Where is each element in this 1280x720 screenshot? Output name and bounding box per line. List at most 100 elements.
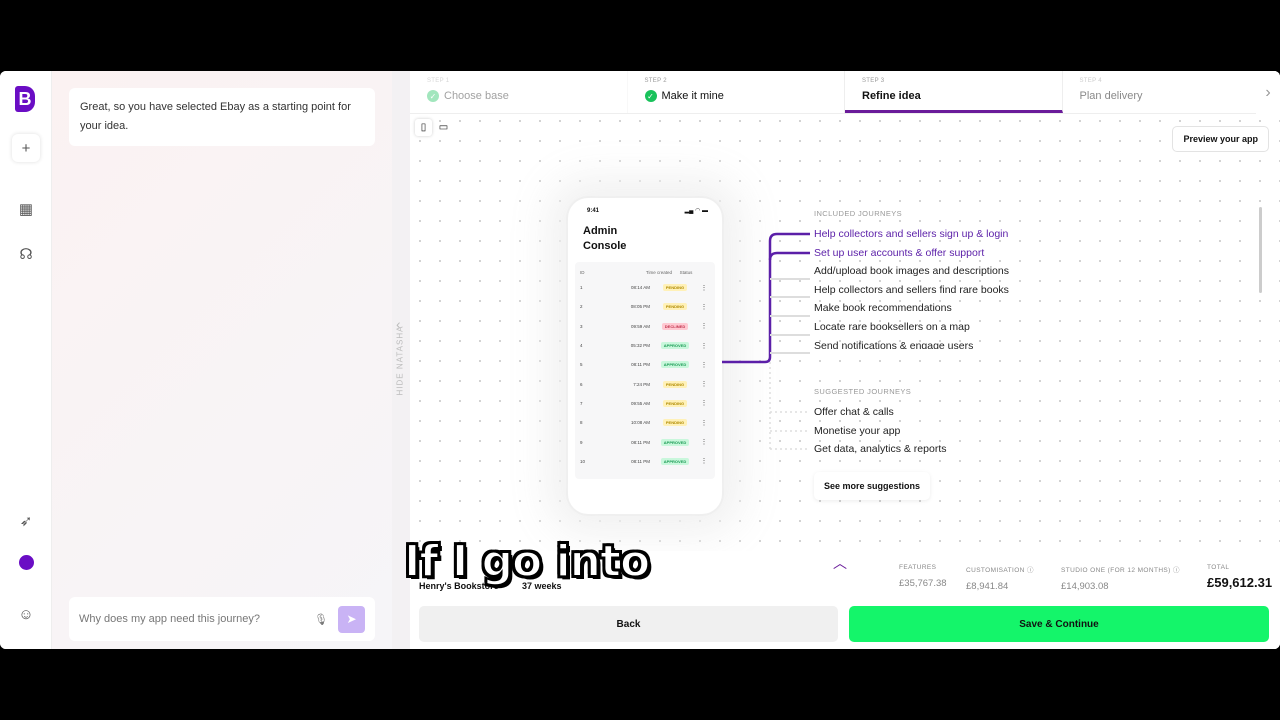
status-badge: APPROVED — [660, 342, 690, 350]
more-icon[interactable]: ⋮ — [700, 457, 708, 465]
chevron-right-icon[interactable]: › — [1256, 71, 1280, 114]
table-row[interactable]: 2 08:05 PM PENDING ⋮ — [580, 297, 710, 316]
included-journey[interactable]: Add/upload book images and descriptions — [814, 265, 1009, 277]
suggested-heading: SUGGESTED JOURNEYS — [814, 387, 912, 396]
more-icon[interactable]: ⋮ — [700, 303, 708, 311]
customisation-cost: CUSTOMISATION ⓘ £8,941.84 — [966, 564, 1034, 592]
suggested-journey[interactable]: Get data, analytics & reports — [814, 443, 946, 455]
admin-table: ID Time created Status 1 08:14 AM PENDING ⋮… — [575, 262, 715, 479]
info-icon[interactable]: ⓘ — [1173, 567, 1180, 574]
included-journey[interactable]: Locate rare booksellers on a map — [814, 321, 970, 333]
phone-title: Admin Console — [583, 225, 627, 252]
status-badge: APPROVED — [660, 361, 690, 369]
save-continue-button[interactable]: Save & Continue — [849, 606, 1269, 642]
table-row[interactable]: 4 05:32 PM APPROVED ⋮ — [580, 336, 710, 355]
table-row[interactable]: 6 7:24 PM PENDING ⋮ — [580, 374, 710, 393]
chat-input-placeholder: Why does my app need this journey? — [79, 613, 260, 625]
more-icon[interactable]: ⋮ — [700, 342, 708, 350]
step-3[interactable]: STEP 3 Refine idea — [845, 71, 1063, 113]
row-id: 4 — [580, 343, 583, 349]
more-icon[interactable]: ⋮ — [700, 361, 708, 369]
back-button[interactable]: Back — [419, 606, 838, 642]
microphone-icon[interactable]: 🎙 — [314, 613, 328, 626]
chevron-up-icon[interactable]: ︿ — [833, 553, 847, 573]
step-title: Refine idea — [862, 90, 921, 102]
logo-icon[interactable]: B — [15, 86, 35, 112]
included-journey[interactable]: Make book recommendations — [814, 302, 952, 314]
row-time: 05:32 PM — [630, 343, 650, 349]
status-badge: PENDING — [662, 419, 688, 427]
chat-input[interactable]: Why does my app need this journey? 🎙 ➤ — [69, 597, 375, 641]
row-id: 2 — [580, 304, 583, 310]
table-row[interactable]: 8 10:08 AM PENDING ⋮ — [580, 413, 710, 432]
included-journey[interactable]: Set up user accounts & offer support — [814, 247, 984, 259]
table-row[interactable]: 3 09:59 AM DECLINED ⋮ — [580, 317, 710, 336]
send-button[interactable]: ➤ — [338, 605, 365, 633]
status-badge: PENDING — [662, 399, 688, 407]
table-row[interactable]: 7 09:55 AM PENDING ⋮ — [580, 394, 710, 413]
scrollbar[interactable] — [1259, 207, 1262, 293]
avatar-icon[interactable]: ☺ — [12, 600, 40, 628]
included-journey[interactable]: Send notifications & engage users — [814, 340, 973, 349]
status-badge: PENDING — [662, 380, 688, 388]
step-number: STEP 2 — [644, 78, 667, 84]
chat-message: Great, so you have selected Ebay as a st… — [69, 88, 375, 146]
studio-value: £14,903.08 — [1061, 581, 1109, 592]
features-label: FEATURES — [899, 564, 937, 571]
device-toggle: ▯ ▭ — [415, 119, 452, 136]
table-row[interactable]: 5 08:11 PM APPROVED ⋮ — [580, 355, 710, 374]
features-value: £35,767.38 — [899, 578, 947, 589]
row-id: 7 — [580, 400, 583, 406]
included-journey[interactable]: Help collectors and sellers find rare bo… — [814, 284, 1009, 296]
row-time: 08:14 AM — [630, 285, 650, 291]
total-label: TOTAL — [1207, 564, 1230, 571]
table-row[interactable]: 1 08:14 AM PENDING ⋮ — [580, 278, 710, 297]
chat-panel: Great, so you have selected Ebay as a st… — [52, 71, 392, 649]
row-time: 10:08 AM — [630, 420, 650, 426]
table-row[interactable]: 9 08:11 PM APPROVED ⋮ — [580, 432, 710, 451]
more-icon[interactable]: ⋮ — [700, 322, 708, 330]
stepper: STEP 1 ✓ Choose base STEP 2 ✓ Make it mine S… — [410, 71, 1280, 114]
features-cost: FEATURES £35,767.38 — [899, 564, 947, 589]
status-badge: APPROVED — [660, 438, 690, 446]
row-time: 08:11 PM — [631, 458, 650, 464]
table-row[interactable]: 10 08:11 PM APPROVED ⋮ — [580, 452, 710, 471]
row-id: 8 — [580, 420, 583, 426]
more-icon[interactable]: ⋮ — [700, 284, 708, 292]
header-status: Status — [679, 269, 693, 275]
video-caption: If I go into — [403, 535, 651, 588]
phone-preview: 9:41 ▂▄ ◠ ▬ Admin Console ID Time create… — [568, 198, 722, 514]
status-badge: APPROVED — [660, 457, 690, 465]
row-time: 08:11 PM — [631, 362, 650, 368]
suggested-journey[interactable]: Monetise your app — [814, 425, 900, 437]
suggested-journey[interactable]: Offer chat & calls — [814, 406, 894, 418]
desktop-icon[interactable]: ▭ — [435, 119, 452, 136]
step-2[interactable]: STEP 2 ✓ Make it mine — [628, 71, 845, 113]
headset-icon[interactable]: ☊ — [12, 240, 40, 268]
more-icon[interactable]: ⋮ — [700, 380, 708, 388]
step-number: STEP 3 — [862, 78, 885, 84]
info-icon[interactable]: ⓘ — [1027, 567, 1034, 574]
included-journey[interactable]: Help collectors and sellers sign up & lo… — [814, 228, 1008, 240]
more-icon[interactable]: ⋮ — [700, 399, 708, 407]
step-1[interactable]: STEP 1 ✓ Choose base — [410, 71, 628, 113]
rocket-icon[interactable]: ➶ — [12, 507, 40, 535]
grid-icon[interactable]: ▦ — [12, 195, 40, 223]
mobile-icon[interactable]: ▯ — [415, 119, 432, 136]
step-4[interactable]: STEP 4 Plan delivery — [1063, 71, 1280, 113]
table-header: ID Time created Status — [580, 266, 710, 278]
step-title: Plan delivery — [1079, 90, 1143, 102]
more-icon[interactable]: ⋮ — [700, 419, 708, 427]
status-badge: PENDING — [662, 284, 688, 292]
status-dot-icon[interactable] — [12, 548, 40, 576]
check-icon: ✓ — [644, 90, 657, 102]
more-icon[interactable]: ⋮ — [700, 438, 708, 446]
see-more-suggestions-button[interactable]: See more suggestions — [814, 472, 931, 500]
row-time: 09:59 AM — [630, 323, 650, 329]
icon-rail: B + ▦ ☊ ➶ ☺ — [0, 71, 52, 649]
row-time: 08:05 PM — [630, 304, 650, 310]
preview-app-button[interactable]: Preview your app — [1172, 126, 1269, 152]
status-badge: PENDING — [662, 303, 688, 311]
plus-icon[interactable]: + — [12, 134, 40, 162]
row-time: 7:24 PM — [633, 381, 650, 387]
